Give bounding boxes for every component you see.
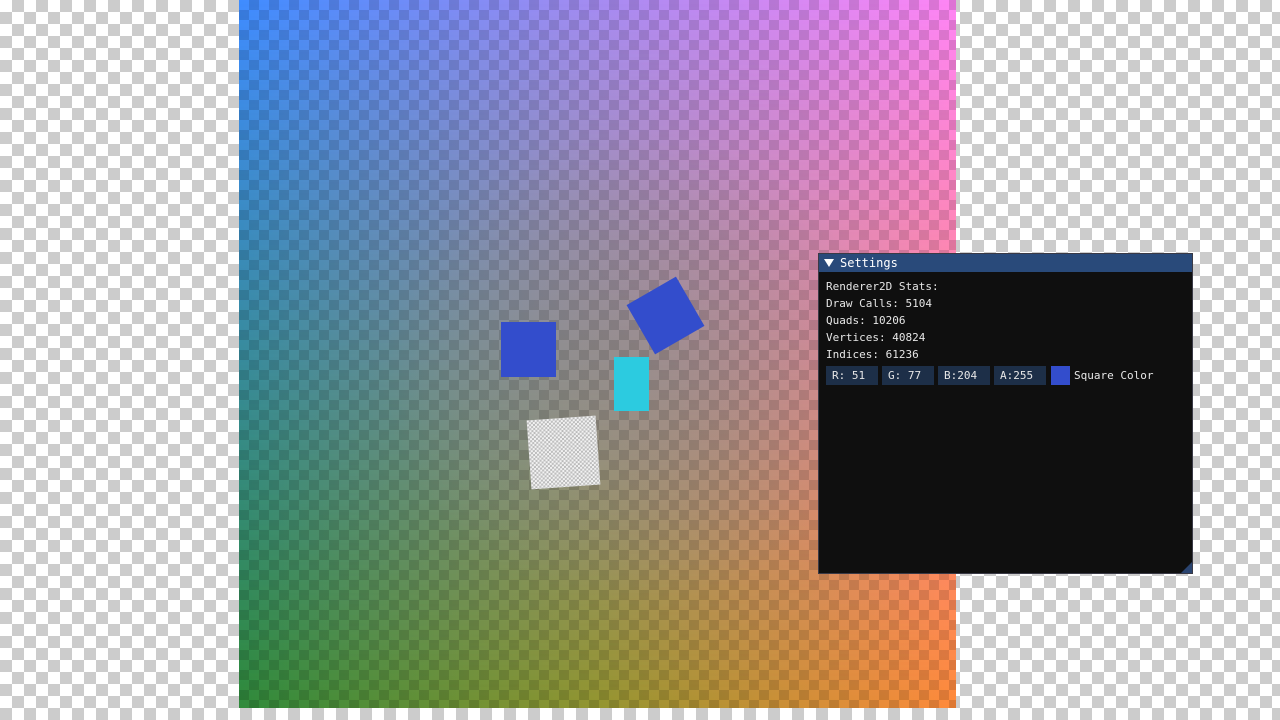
settings-title-bar[interactable]: Settings	[819, 254, 1192, 272]
blue-square	[501, 322, 556, 377]
settings-title: Settings	[840, 256, 898, 270]
green-channel-field[interactable]: G: 77	[882, 366, 934, 385]
checkerboard-textured-quad	[526, 415, 601, 490]
quads-stat: Quads: 10206	[826, 314, 906, 327]
square-color-editor: R: 51 G: 77 B:204 A:255 Square Color	[826, 366, 1185, 385]
window-resize-grip[interactable]	[1181, 562, 1192, 573]
color-swatch-button[interactable]	[1051, 366, 1070, 385]
settings-window[interactable]: Settings Renderer2D Stats: Draw Calls: 5…	[818, 253, 1193, 574]
square-color-label: Square Color	[1074, 369, 1154, 382]
indices-stat: Indices: 61236	[826, 348, 919, 361]
settings-body: Renderer2D Stats: Draw Calls: 5104 Quads…	[819, 272, 1192, 391]
red-channel-field[interactable]: R: 51	[826, 366, 878, 385]
cyan-quad	[614, 357, 649, 411]
alpha-channel-field[interactable]: A:255	[994, 366, 1046, 385]
blue-channel-field[interactable]: B:204	[938, 366, 990, 385]
draw-calls-stat: Draw Calls: 5104	[826, 297, 932, 310]
vertices-stat: Vertices: 40824	[826, 331, 926, 344]
collapse-arrow-icon[interactable]	[824, 259, 834, 267]
stats-header: Renderer2D Stats:	[826, 280, 939, 293]
